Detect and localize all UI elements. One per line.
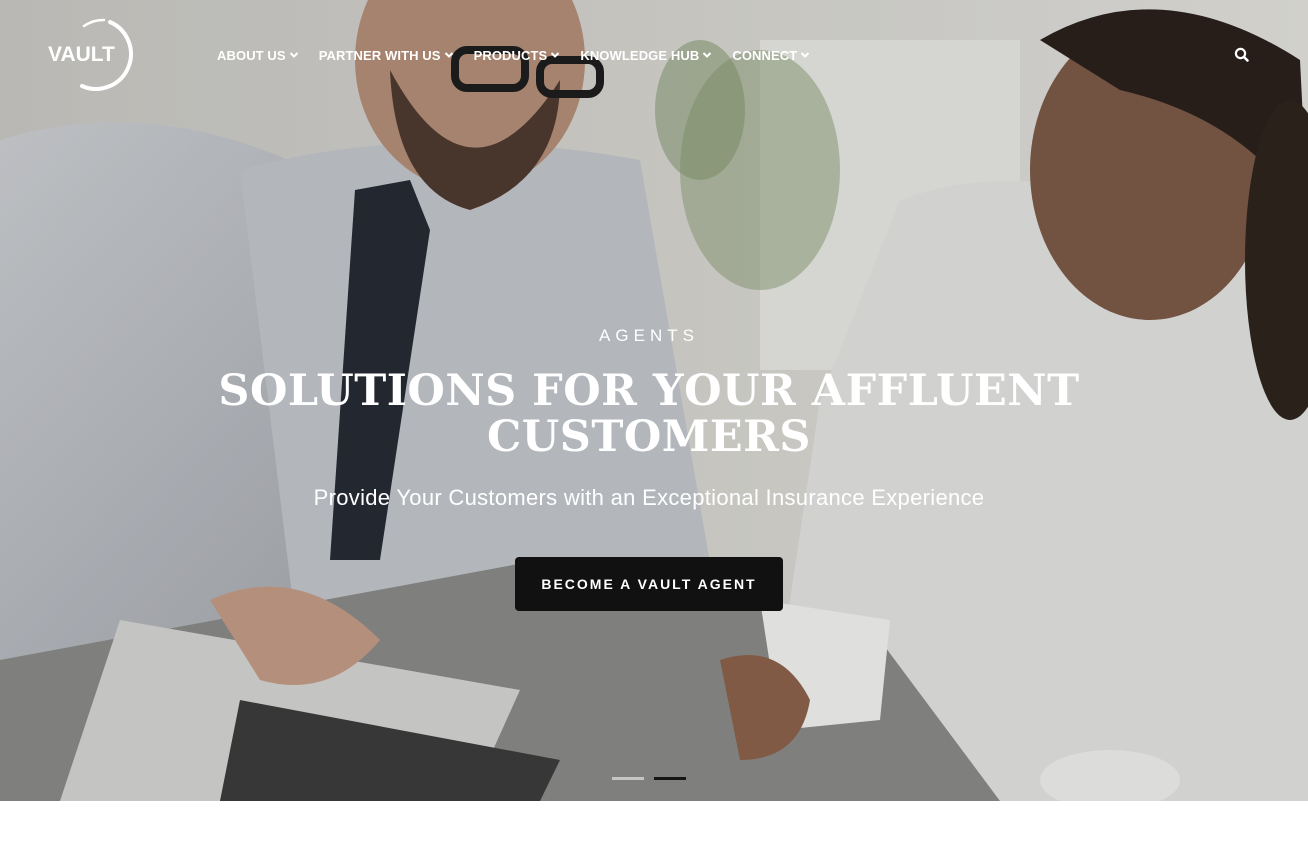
hero-subheadline: Provide Your Customers with an Exception… bbox=[313, 485, 985, 510]
hero-content: AGENTS SOLUTIONS FOR YOUR AFFLUENT CUSTO… bbox=[0, 0, 1308, 801]
hero-eyebrow: AGENTS bbox=[599, 326, 699, 345]
slide-indicator-1[interactable] bbox=[612, 777, 644, 780]
slider-indicators bbox=[612, 777, 696, 780]
hero-headline: SOLUTIONS FOR YOUR AFFLUENT CUSTOMERS bbox=[218, 366, 1080, 462]
become-agent-button[interactable]: BECOME A VAULT AGENT bbox=[515, 557, 783, 611]
slide-indicator-2[interactable] bbox=[654, 777, 686, 780]
